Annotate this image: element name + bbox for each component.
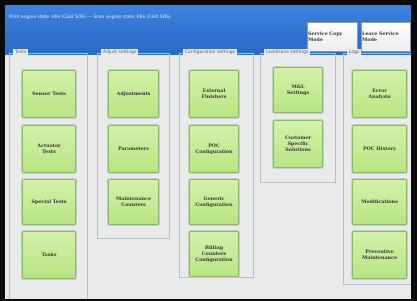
actuator-tests-button[interactable]: Actuator Tests xyxy=(22,125,76,173)
service-copy-mode-button[interactable]: Service Copy Mode xyxy=(307,22,358,52)
preventive-maintenance-button[interactable]: Preventive Maintenance xyxy=(352,231,407,279)
maintenance-counters-button[interactable]: Maintenance Counters xyxy=(108,179,159,225)
group-title-tests: Tests xyxy=(13,49,29,57)
tasks-button[interactable]: Tasks xyxy=(22,231,76,279)
poc-history-button[interactable]: POC History xyxy=(352,125,407,173)
group-title-logs: Logs xyxy=(347,49,362,57)
group-adjust-settings: Adjust settings Adjustments Parameters M… xyxy=(97,49,170,239)
group-logs: Logs Error Analysis POC History Modifica… xyxy=(343,49,411,285)
generic-configuration-button[interactable]: Generic Configuration xyxy=(189,179,239,225)
error-analysis-button[interactable]: Error Analysis xyxy=(352,70,407,118)
special-tests-button[interactable]: Special Tests xyxy=(22,179,76,225)
billing-counters-configuration-button[interactable]: Billing Counters Configuration xyxy=(189,231,239,277)
poc-configuration-button[interactable]: POC Configuration xyxy=(189,125,239,173)
group-configuration-settings: Configuration settings External Finisher… xyxy=(179,49,254,278)
group-title-load-save-settings: Load/save settings xyxy=(264,49,311,57)
adjustments-button[interactable]: Adjustments xyxy=(108,70,159,118)
modifications-button[interactable]: Modifications xyxy=(352,179,407,225)
group-tests: Tests Sensor Tests Actuator Tests Specia… xyxy=(9,49,88,299)
top-bar: Print engine state: Idle (Cold SOS) --- … xyxy=(5,5,411,55)
sensor-tests-button[interactable]: Sensor Tests xyxy=(22,70,76,118)
group-title-adjust-settings: Adjust settings xyxy=(101,49,139,57)
external-finishers-button[interactable]: External Finishers xyxy=(189,70,239,118)
engine-status-text: Print engine state: Idle (Cold SOS) --- … xyxy=(9,15,171,20)
leave-service-mode-button[interactable]: Leave Service Mode xyxy=(361,22,411,52)
group-title-configuration-settings: Configuration settings xyxy=(183,49,237,57)
group-load-save-settings: Load/save settings M&L Settings Customer… xyxy=(260,49,336,183)
service-app-window: Print engine state: Idle (Cold SOS) --- … xyxy=(5,5,411,299)
ml-settings-button[interactable]: M&L Settings xyxy=(273,67,323,113)
parameters-button[interactable]: Parameters xyxy=(108,125,159,173)
customer-specific-solutions-button[interactable]: Customer Specific Solutions xyxy=(273,120,323,168)
